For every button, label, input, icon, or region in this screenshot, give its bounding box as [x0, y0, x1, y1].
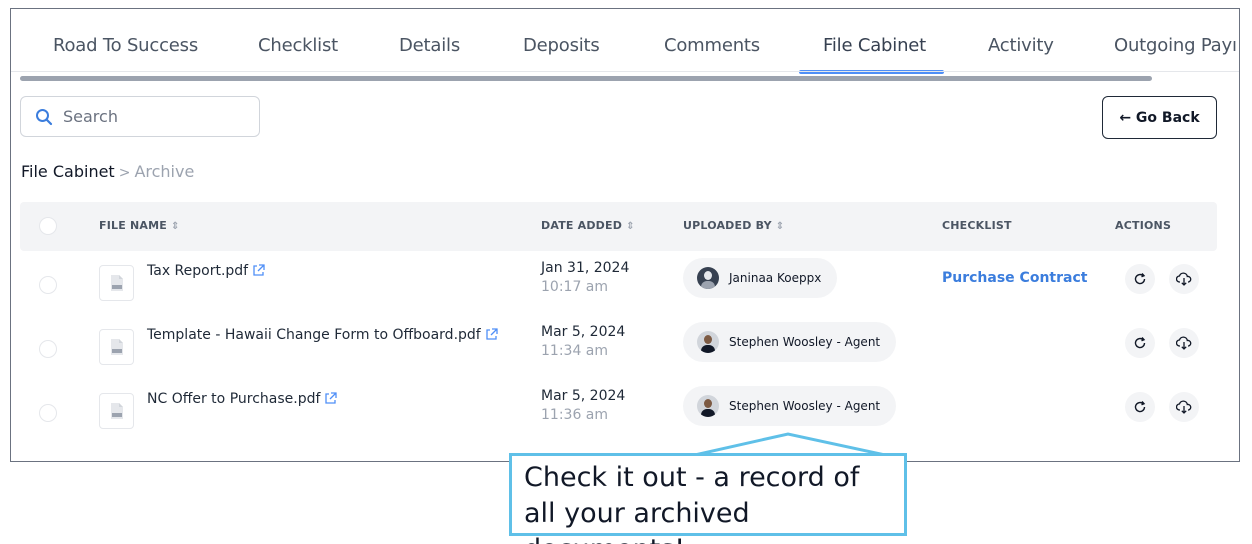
tab-checklist[interactable]: Checklist: [258, 35, 338, 56]
tooltip-callout: Check it out - a record of all your arch…: [509, 453, 907, 544]
horizontal-scrollbar[interactable]: [20, 76, 1152, 81]
download-icon: [1176, 336, 1192, 350]
file-name-text: NC Offer to Purchase.pdf: [147, 391, 321, 407]
uploader-chip: Stephen Woosley - Agent: [683, 386, 897, 426]
tab-comments[interactable]: Comments: [664, 35, 760, 56]
restore-icon: [1134, 337, 1146, 349]
external-link-icon[interactable]: [485, 328, 498, 345]
select-all-radio[interactable]: [39, 217, 57, 235]
tab-details[interactable]: Details: [399, 35, 460, 56]
restore-icon: [1134, 273, 1146, 285]
search-icon: [36, 108, 53, 125]
restore-icon: [1134, 401, 1146, 413]
file-name-text: Tax Report.pdf: [147, 263, 249, 279]
file-name[interactable]: Template - Hawaii Change Form to Offboar…: [147, 327, 498, 345]
avatar: [697, 267, 719, 289]
tab-deposits[interactable]: Deposits: [523, 35, 600, 56]
pdf-file-icon: [99, 393, 134, 429]
breadcrumb: File Cabinet > Archive: [21, 162, 194, 181]
download-button[interactable]: [1169, 264, 1199, 294]
table-row: NC Offer to Purchase.pdf Mar 5, 2024 11:3…: [20, 381, 1217, 445]
file-name[interactable]: NC Offer to Purchase.pdf: [147, 391, 338, 409]
row-select-radio[interactable]: [39, 340, 57, 358]
time-text: 10:17 am: [541, 279, 609, 295]
sort-icon: ⇕: [170, 221, 180, 232]
date-text: Mar 5, 2024: [541, 324, 626, 340]
sort-icon: ⇕: [626, 221, 635, 232]
external-link-icon[interactable]: [324, 392, 338, 409]
external-link-icon[interactable]: [252, 264, 265, 281]
time-text: 11:34 am: [541, 343, 609, 359]
column-date-added[interactable]: DATE ADDED ⇕: [541, 219, 635, 232]
tab-activity[interactable]: Activity: [988, 35, 1054, 56]
column-checklist: CHECKLIST: [942, 219, 1012, 232]
column-date-added-label: DATE ADDED: [541, 219, 623, 232]
column-actions: ACTIONS: [1115, 219, 1172, 232]
tab-file-cabinet[interactable]: File Cabinet: [823, 35, 926, 56]
tab-bar: Road To Success Checklist Details Deposi…: [11, 9, 1239, 74]
file-name[interactable]: Tax Report.pdf: [147, 263, 265, 281]
file-name-text: Template - Hawaii Change Form to Offboar…: [147, 327, 481, 343]
restore-button[interactable]: [1125, 264, 1155, 294]
uploader-chip: Stephen Woosley - Agent: [683, 322, 897, 362]
tab-outgoing-payments[interactable]: Outgoing Payı: [1114, 35, 1237, 56]
restore-button[interactable]: [1125, 392, 1155, 422]
restore-button[interactable]: [1125, 328, 1155, 358]
column-uploaded-by-label: UPLOADED BY: [683, 219, 772, 232]
avatar: [697, 331, 719, 353]
breadcrumb-file-cabinet[interactable]: File Cabinet: [21, 162, 115, 181]
search-box[interactable]: [20, 96, 260, 137]
breadcrumb-archive: Archive: [134, 162, 195, 181]
uploader-name: Stephen Woosley - Agent: [729, 335, 881, 349]
tabs-divider: [11, 71, 1239, 72]
file-cabinet-panel: Road To Success Checklist Details Deposi…: [10, 8, 1240, 462]
uploader-chip: Janinaa Koeppx: [683, 258, 838, 298]
download-icon: [1176, 272, 1192, 286]
avatar: [697, 395, 719, 417]
download-button[interactable]: [1169, 392, 1199, 422]
pdf-file-icon: [99, 265, 134, 301]
column-uploaded-by[interactable]: UPLOADED BY ⇕: [683, 219, 784, 232]
column-file-name-label: FILE NAME: [99, 219, 167, 232]
checklist-link[interactable]: Purchase Contract: [942, 270, 1087, 286]
tab-road-to-success[interactable]: Road To Success: [53, 35, 198, 56]
table-row: Template - Hawaii Change Form to Offboar…: [20, 317, 1217, 381]
breadcrumb-separator: >: [118, 165, 131, 181]
go-back-button[interactable]: ← Go Back: [1102, 96, 1217, 139]
search-input[interactable]: [63, 107, 243, 126]
row-select-radio[interactable]: [39, 276, 57, 294]
download-icon: [1176, 400, 1192, 414]
pdf-file-icon: [99, 329, 134, 365]
time-text: 11:36 am: [541, 407, 609, 423]
row-select-radio[interactable]: [39, 404, 57, 422]
date-added: Mar 5, 2024 11:34 am: [541, 323, 625, 361]
sort-icon: ⇕: [775, 221, 785, 232]
date-added: Mar 5, 2024 11:36 am: [541, 387, 625, 425]
date-added: Jan 31, 2024 10:17 am: [541, 259, 629, 297]
uploader-name: Stephen Woosley - Agent: [729, 399, 881, 413]
table-header: FILE NAME ⇕ DATE ADDED ⇕ UPLOADED BY ⇕ CHEC…: [20, 202, 1217, 251]
date-text: Mar 5, 2024: [541, 388, 626, 404]
uploader-name: Janinaa Koeppx: [729, 271, 822, 285]
table-row: Tax Report.pdf Jan 31, 2024 10:17 am Jani…: [20, 253, 1217, 317]
column-file-name[interactable]: FILE NAME ⇕: [99, 219, 180, 232]
date-text: Jan 31, 2024: [541, 260, 630, 276]
download-button[interactable]: [1169, 328, 1199, 358]
